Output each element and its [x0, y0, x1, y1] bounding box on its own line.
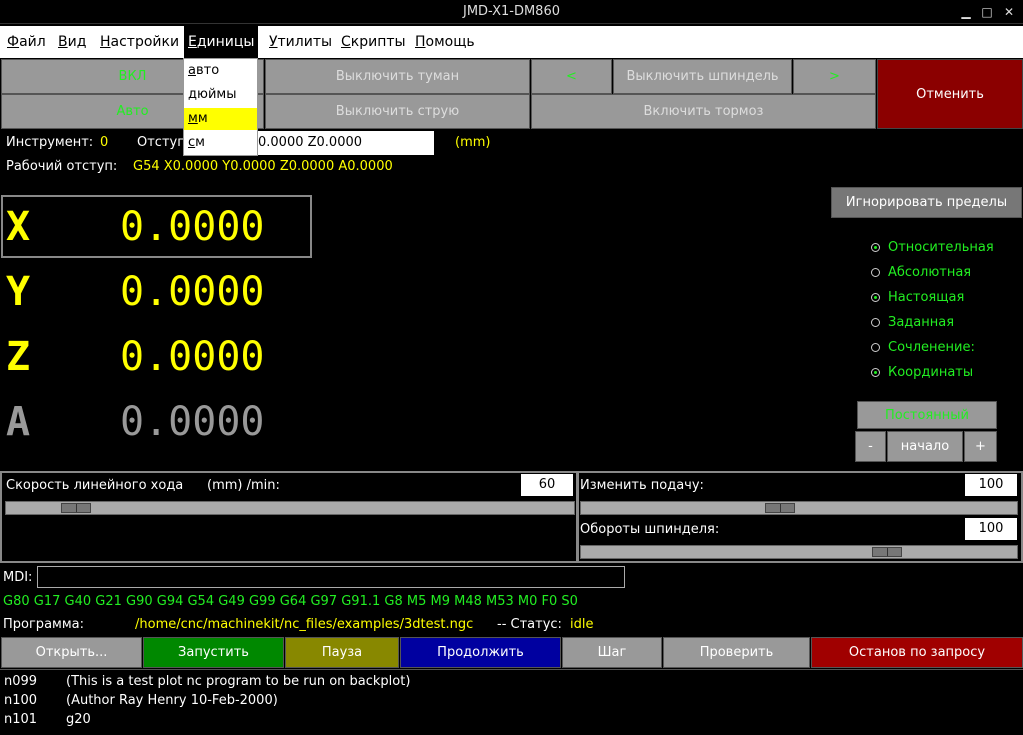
step-button[interactable]: Шаг: [562, 637, 662, 668]
pause-button[interactable]: Пауза: [285, 637, 399, 668]
code-line[interactable]: n100 (Author Ray Henry 10-Feb-2000): [4, 693, 278, 708]
feed-override-slider-thumb[interactable]: [765, 503, 795, 513]
spindle-override-slider[interactable]: [580, 545, 1018, 559]
dro-axis-a-label[interactable]: A: [6, 402, 30, 442]
jog-speed-slider-thumb[interactable]: [61, 503, 91, 513]
offset-value-field: 0.0000 Z0.0000: [256, 131, 434, 155]
units-dropdown: авто дюймы мм см: [183, 58, 258, 156]
dro-axis-x-label[interactable]: X: [6, 207, 30, 247]
open-button[interactable]: Открыть...: [1, 637, 142, 668]
jog-speed-slider[interactable]: [5, 501, 575, 515]
menu-help[interactable]: Помощь: [411, 26, 479, 58]
work-offset-value: G54 X0.0000 Y0.0000 Z0.0000 A0.0000: [133, 159, 393, 174]
spindle-override-slider-thumb[interactable]: [872, 547, 902, 557]
spindle-off-button[interactable]: Выключить шпиндель: [613, 59, 792, 94]
jog-speed-units: (mm) /min:: [207, 478, 280, 493]
radio-absolute[interactable]: [871, 268, 880, 277]
status-label: -- Статус:: [497, 617, 562, 632]
dro-axis-z-label[interactable]: Z: [6, 337, 30, 377]
units-option-auto[interactable]: авто: [184, 60, 257, 82]
menu-scripts[interactable]: Скрипты: [337, 26, 410, 58]
title-bar: JMD-X1-DM860 ▁ □ ✕: [0, 0, 1023, 24]
units-option-cm[interactable]: см: [184, 132, 257, 154]
program-label: Программа:: [3, 617, 84, 632]
feed-override-slider[interactable]: [580, 501, 1018, 515]
feed-override-value[interactable]: 100: [965, 474, 1017, 496]
close-icon[interactable]: ✕: [1000, 3, 1018, 21]
menu-settings[interactable]: Настройки: [96, 26, 183, 58]
radio-actual[interactable]: [871, 293, 880, 302]
dro-axis-a-value: 0.0000: [120, 399, 265, 445]
dro-axis-y-label[interactable]: Y: [6, 272, 30, 312]
code-line[interactable]: n101 g20: [4, 712, 91, 727]
tool-label: Инструмент:: [6, 135, 94, 150]
dro-axis-z-value: 0.0000: [120, 334, 265, 380]
spindle-override-value[interactable]: 100: [965, 518, 1017, 540]
menu-utilities[interactable]: Утилиты: [265, 26, 336, 58]
radio-actual-label: Настоящая: [888, 290, 965, 305]
jog-speed-value[interactable]: 60: [521, 474, 573, 496]
tool-value: 0: [100, 135, 109, 150]
mist-off-button[interactable]: Выключить туман: [265, 59, 530, 94]
minimize-icon[interactable]: ▁: [957, 3, 975, 21]
radio-relative[interactable]: [871, 243, 880, 252]
jog-minus-button[interactable]: -: [855, 431, 886, 462]
code-line[interactable]: n099 (This is a test plot nc program to b…: [4, 674, 410, 689]
menu-units[interactable]: Единицы: [184, 26, 259, 58]
units-option-mm[interactable]: мм: [184, 108, 257, 130]
radio-relative-label: Относительная: [888, 240, 994, 255]
menu-bar: Файл Вид Настройки Единицы Утилиты Скрип…: [0, 26, 1023, 58]
radio-joint[interactable]: [871, 343, 880, 352]
spindle-cw-button[interactable]: >: [793, 59, 876, 94]
mdi-input[interactable]: [37, 566, 625, 588]
jog-mode-select[interactable]: Постоянный: [857, 401, 997, 429]
offset-label: Отступ: [137, 135, 186, 150]
radio-world-label: Координаты: [888, 365, 974, 380]
radio-absolute-label: Абсолютная: [888, 265, 972, 280]
spindle-ccw-button[interactable]: <: [531, 59, 612, 94]
jog-speed-label: Скорость линейного хода: [6, 478, 184, 493]
feed-override-label: Изменить подачу:: [580, 478, 704, 493]
menu-view[interactable]: Вид: [54, 26, 90, 58]
radio-joint-label: Сочленение:: [888, 340, 975, 355]
menu-file[interactable]: Файл: [3, 26, 50, 58]
gcode-listing[interactable]: n099 (This is a test plot nc program to b…: [0, 669, 1023, 735]
optional-stop-button[interactable]: Останов по запросу: [811, 637, 1023, 668]
jog-plus-button[interactable]: +: [964, 431, 997, 462]
brake-on-button[interactable]: Включить тормоз: [531, 94, 876, 129]
active-gcodes: G80 G17 G40 G21 G90 G94 G54 G49 G99 G64 …: [3, 594, 578, 609]
radio-world[interactable]: [871, 368, 880, 377]
verify-button[interactable]: Проверить: [663, 637, 810, 668]
status-value: idle: [570, 617, 594, 632]
radio-commanded[interactable]: [871, 318, 880, 327]
program-path: /home/cnc/machinekit/nc_files/examples/3…: [135, 617, 474, 632]
run-button[interactable]: Запустить: [143, 637, 284, 668]
cancel-button[interactable]: Отменить: [877, 59, 1023, 129]
radio-commanded-label: Заданная: [888, 315, 955, 330]
spindle-override-label: Обороты шпинделя:: [580, 522, 720, 537]
dro-axis-x-value: 0.0000: [120, 204, 265, 250]
resume-button[interactable]: Продолжить: [400, 637, 561, 668]
maximize-icon[interactable]: □: [978, 3, 996, 21]
work-offset-label: Рабочий отступ:: [6, 159, 118, 174]
ignore-limits-button[interactable]: Игнорировать пределы: [831, 187, 1022, 218]
window-title: JMD-X1-DM860: [462, 4, 560, 19]
home-button[interactable]: начало: [887, 431, 963, 462]
dro-axis-y-value: 0.0000: [120, 269, 265, 315]
units-indicator: (mm): [455, 135, 491, 150]
flood-off-button[interactable]: Выключить струю: [265, 94, 530, 129]
units-option-inches[interactable]: дюймы: [184, 84, 257, 106]
mdi-label: MDI:: [3, 570, 33, 585]
